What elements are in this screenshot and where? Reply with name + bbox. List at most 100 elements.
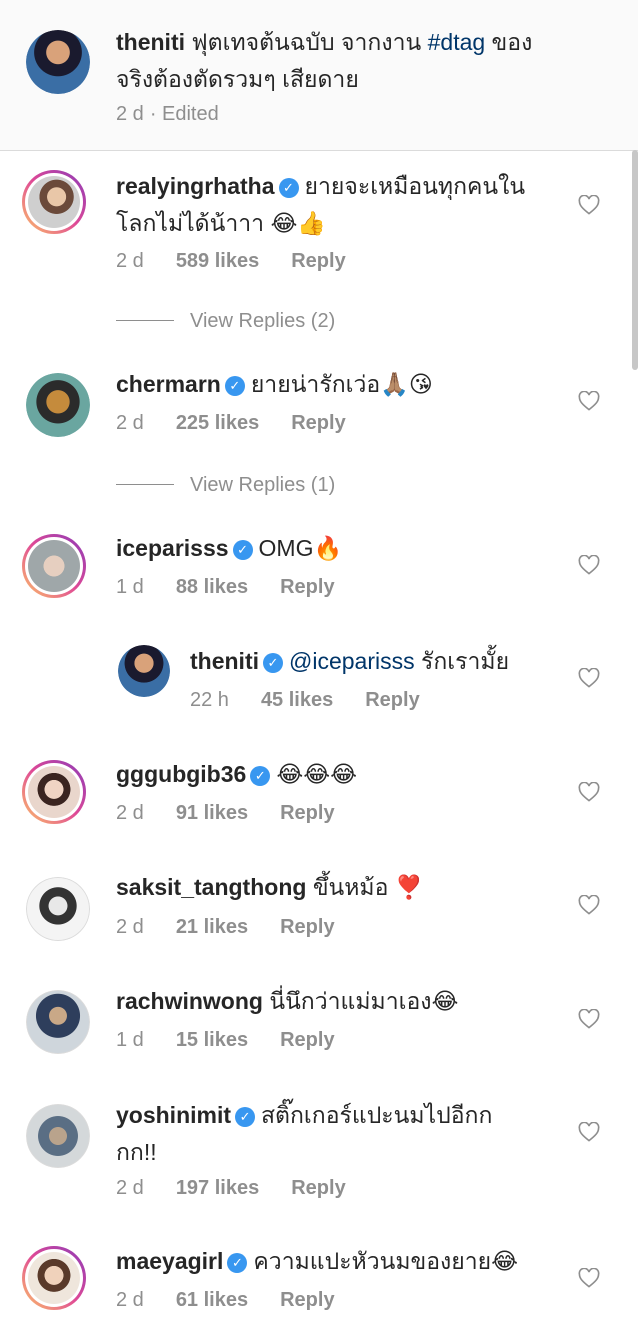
view-replies-button[interactable]: View Replies (1) — [116, 473, 335, 497]
likes-count[interactable]: 225 likes — [176, 411, 259, 435]
likes-count[interactable]: 197 likes — [176, 1176, 259, 1200]
likes-count[interactable]: 15 likes — [176, 1028, 248, 1052]
likes-count[interactable]: 88 likes — [176, 575, 248, 599]
view-replies-label[interactable]: View Replies (1) — [190, 474, 335, 496]
avatar[interactable] — [22, 534, 86, 598]
comment-username[interactable]: iceparisss — [116, 535, 229, 561]
verified-icon: ✓ — [278, 178, 299, 198]
reply-username[interactable]: theniti — [190, 648, 259, 674]
heart-icon[interactable] — [578, 668, 600, 688]
view-replies-button[interactable]: View Replies (2) — [116, 309, 335, 333]
comment-body: ความแปะหัวนมของยาย😂 — [253, 1248, 519, 1274]
reply-button[interactable]: Reply — [280, 1028, 334, 1052]
verified-icon: ✓ — [250, 766, 271, 786]
reply-meta: 22 h 45 likes Reply — [190, 688, 452, 712]
likes-count[interactable]: 45 likes — [261, 688, 333, 712]
avatar[interactable] — [26, 1104, 90, 1168]
caption-body-line2: จริงต้องตัดรวมๆ เสียดาย — [116, 66, 359, 92]
avatar[interactable] — [26, 990, 90, 1054]
likes-count[interactable]: 589 likes — [176, 249, 259, 273]
comment-meta: 2 d 21 likes Reply — [116, 915, 367, 939]
caption-meta: 2 d · Edited — [116, 102, 251, 126]
comment-text: gggubgib36 ✓ 😂😂😂 — [116, 756, 357, 793]
comment-body-line2: โลกไม่ได้น้าาา 😂👍 — [116, 210, 326, 236]
comment-body-line2: กก!! — [116, 1139, 157, 1165]
reply-button[interactable]: Reply — [280, 575, 334, 599]
comment-username[interactable]: maeyagirl — [116, 1248, 223, 1274]
reply-button[interactable]: Reply — [280, 1288, 334, 1312]
heart-icon[interactable] — [578, 895, 600, 915]
likes-count[interactable]: 61 likes — [176, 1288, 248, 1312]
comment-body: OMG🔥 — [258, 535, 343, 561]
caption-body: ฟุตเทจต้นฉบับ จากงาน — [191, 29, 428, 55]
likes-count[interactable]: 91 likes — [176, 801, 248, 825]
comment-text: chermarn ✓ ยายน่ารักเว่อ🙏🏽😘 — [116, 366, 433, 403]
comment-meta: 2 d 225 likes Reply — [116, 411, 378, 435]
timestamp: 2 d — [116, 1177, 144, 1199]
verified-icon: ✓ — [232, 540, 253, 560]
reply-button[interactable]: Reply — [280, 801, 334, 825]
timestamp: 2 d — [116, 250, 144, 272]
comment-body: ขึ้นหม้อ ❣️ — [312, 874, 424, 900]
avatar[interactable] — [26, 877, 90, 941]
verified-icon: ✓ — [235, 1107, 256, 1127]
timestamp: 1 d — [116, 1029, 144, 1051]
caption-body-end: ของ — [485, 29, 533, 55]
view-replies-label[interactable]: View Replies (2) — [190, 310, 335, 332]
comment-username[interactable]: realyingrhatha — [116, 173, 275, 199]
comment-meta: 2 d 589 likes Reply — [116, 249, 378, 273]
comment-text: yoshinimit ✓ สติ๊กเกอร์แปะนมไปอีกก กก!! — [116, 1097, 492, 1171]
reply-button[interactable]: Reply — [291, 1176, 345, 1200]
scrollbar[interactable] — [632, 150, 638, 370]
comment-meta: 1 d 88 likes Reply — [116, 575, 367, 599]
comment-body: ยายน่ารักเว่อ🙏🏽😘 — [250, 371, 433, 397]
timestamp: 2 d — [116, 103, 144, 125]
avatar[interactable] — [26, 373, 90, 437]
caption-section: theniti ฟุตเทจต้นฉบับ จากงาน #dtag ของ จ… — [0, 0, 638, 151]
comment-username[interactable]: yoshinimit — [116, 1102, 231, 1128]
reply-button[interactable]: Reply — [291, 249, 345, 273]
reply-button[interactable]: Reply — [365, 688, 419, 712]
divider-line — [116, 320, 174, 321]
verified-icon: ✓ — [227, 1253, 248, 1273]
reply-text: theniti ✓ @iceparisss รักเรามั้ย — [190, 643, 509, 680]
comment-body: นี่นึกว่าแม่มาเอง😂 — [269, 988, 459, 1014]
reply-button[interactable]: Reply — [291, 411, 345, 435]
comment-username[interactable]: gggubgib36 — [116, 761, 246, 787]
avatar[interactable] — [22, 170, 86, 234]
avatar[interactable] — [22, 1246, 86, 1310]
heart-icon[interactable] — [578, 1268, 600, 1288]
reply-body: รักเรามั้ย — [414, 648, 510, 674]
comment-text: rachwinwong นี่นึกว่าแม่มาเอง😂 — [116, 983, 458, 1020]
verified-icon: ✓ — [224, 376, 245, 396]
comment-meta: 2 d 61 likes Reply — [116, 1288, 367, 1312]
heart-icon[interactable] — [578, 1122, 600, 1142]
comment-username[interactable]: chermarn — [116, 371, 221, 397]
avatar[interactable] — [26, 30, 90, 94]
comment-username[interactable]: rachwinwong — [116, 988, 263, 1014]
caption-username[interactable]: theniti — [116, 29, 185, 55]
caption-text: theniti ฟุตเทจต้นฉบับ จากงาน #dtag ของ จ… — [116, 24, 532, 98]
comment-body: สติ๊กเกอร์แปะนมไปอีกก — [261, 1102, 493, 1128]
verified-icon: ✓ — [263, 653, 283, 673]
comment-text: saksit_tangthong ขึ้นหม้อ ❣️ — [116, 869, 423, 906]
heart-icon[interactable] — [578, 555, 600, 575]
heart-icon[interactable] — [578, 1009, 600, 1029]
comment-username[interactable]: saksit_tangthong — [116, 874, 306, 900]
likes-count[interactable]: 21 likes — [176, 915, 248, 939]
heart-icon[interactable] — [578, 195, 600, 215]
heart-icon[interactable] — [578, 782, 600, 802]
avatar[interactable] — [118, 645, 170, 697]
comment-body: ยายจะเหมือนทุกคนใน — [304, 173, 526, 199]
reply-button[interactable]: Reply — [280, 915, 334, 939]
heart-icon[interactable] — [578, 391, 600, 411]
comment-text: realyingrhatha ✓ ยายจะเหมือนทุกคนใน โลกไม่… — [116, 168, 525, 242]
mention-link[interactable]: @iceparisss — [289, 648, 415, 674]
divider-line — [116, 484, 174, 485]
hashtag-link[interactable]: #dtag — [428, 29, 486, 55]
comment-text: iceparisss ✓ OMG🔥 — [116, 530, 342, 567]
comment-body: 😂😂😂 — [276, 761, 357, 787]
avatar[interactable] — [22, 760, 86, 824]
comment-meta: 1 d 15 likes Reply — [116, 1028, 367, 1052]
comment-meta: 2 d 91 likes Reply — [116, 801, 367, 825]
